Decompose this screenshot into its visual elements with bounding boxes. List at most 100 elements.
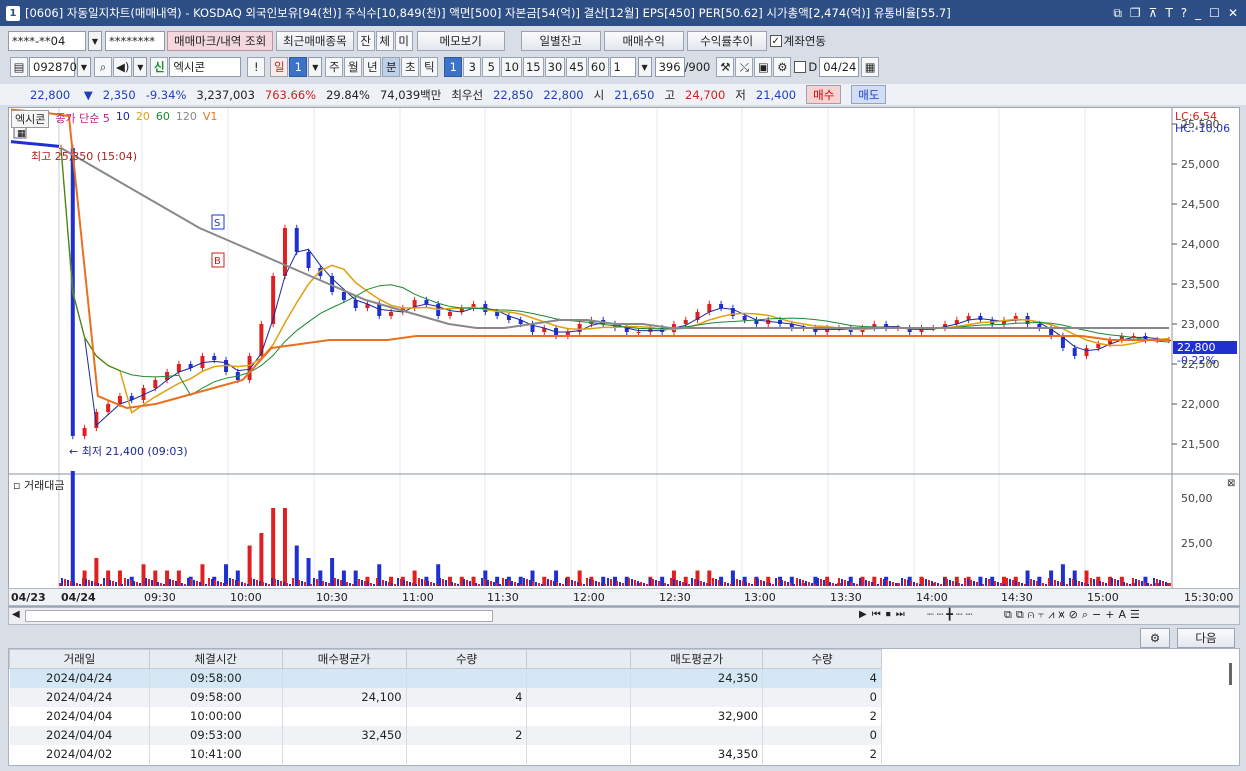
calendar-icon[interactable]: ▦ — [861, 57, 880, 77]
chart-scrollbar[interactable]: ◀ ▶⏮⏹⏭ ┈┈╋┈┈ ⧉⧉⩀⫟⩘⩙⊘⌕−+A☰ — [8, 607, 1240, 625]
grid-scroll-indicator[interactable] — [1229, 663, 1232, 685]
sell-button[interactable]: 매도 — [851, 85, 887, 104]
account-link-checkbox[interactable]: ✓ 계좌연동 — [769, 33, 826, 49]
period-tick-button[interactable]: 틱 — [420, 57, 439, 77]
volume-bar — [224, 564, 229, 586]
d-checkbox[interactable] — [794, 61, 807, 73]
price-chart-svg[interactable]: LC:6,54 HC:-10,06 25,50025,00024,50024,0… — [9, 108, 1239, 588]
period-year-button[interactable]: 년 — [363, 57, 382, 77]
return-trend-button[interactable]: 수익률추이 — [686, 31, 767, 51]
table-row[interactable]: 2024/04/24 09:58:00 24,100 4 0 — [9, 687, 882, 707]
table-row[interactable]: 2024/04/04 09:53:00 32,450 2 0 — [9, 725, 882, 745]
alert-button[interactable]: ! — [247, 57, 266, 77]
code-dropdown-icon[interactable]: ▼ — [77, 57, 91, 77]
maximize-icon[interactable]: ☐ — [1209, 6, 1220, 21]
link-icon[interactable]: ⧉ — [1113, 6, 1122, 21]
day-dropdown-icon[interactable]: ▼ — [308, 57, 323, 77]
period-day-button[interactable]: 일 — [270, 57, 289, 77]
volume-bar-fill — [121, 584, 123, 586]
scroll-thumb[interactable] — [25, 610, 493, 622]
volume-bar-fill — [427, 581, 429, 586]
interval-60[interactable]: 60 — [587, 57, 609, 77]
zoom-slider[interactable]: ┈┈╋┈┈ — [927, 608, 975, 621]
period-minute-button[interactable]: 분 — [382, 57, 401, 77]
interval-dropdown-icon[interactable]: ▼ — [637, 57, 652, 77]
volume-bar-fill — [853, 583, 855, 586]
date-input[interactable]: 04/24 — [819, 57, 860, 77]
volume-bar-fill — [556, 582, 558, 586]
minimize-icon[interactable]: _ — [1195, 6, 1201, 21]
volume-bar-fill — [790, 583, 792, 586]
interval-3[interactable]: 3 — [463, 57, 482, 77]
chart-tools[interactable]: ⧉⧉⩀⫟⩘⩙⊘⌕−+A☰ — [1004, 608, 1144, 622]
pin-icon[interactable]: ⊼ — [1149, 6, 1158, 21]
col-buy-avg[interactable]: 매수평균가 — [281, 649, 407, 669]
stock-code-input[interactable]: 092870 — [29, 57, 77, 77]
help-icon[interactable]: ? — [1181, 6, 1187, 21]
memo-button[interactable]: 메모보기 — [416, 31, 505, 51]
chart-area[interactable]: 엑시콘 종가 단순 5 10 20 60 120 V1 LC:6,54 HC:-… — [8, 107, 1240, 607]
table-row[interactable]: 2024/04/02 10:41:00 34,350 2 — [9, 744, 882, 764]
interval-1[interactable]: 1 — [444, 57, 463, 77]
profit-button[interactable]: 매매수익 — [603, 31, 684, 51]
volume-bar-fill — [262, 582, 264, 586]
interval-10[interactable]: 10 — [501, 57, 522, 77]
volume-bar-fill — [1090, 578, 1092, 586]
grid-settings-icon[interactable]: ⚙ — [1140, 628, 1170, 648]
col-time[interactable]: 체결시간 — [148, 649, 283, 669]
close-icon[interactable]: ✕ — [1228, 6, 1238, 21]
table-cell: 2024/04/02 — [9, 744, 150, 764]
period-second-button[interactable]: 초 — [401, 57, 420, 77]
copy-icon[interactable]: ❐ — [1130, 6, 1141, 21]
col-sell-qty[interactable]: 수량 — [762, 649, 882, 669]
interval-45[interactable]: 45 — [566, 57, 587, 77]
playback-controls[interactable]: ▶⏮⏹⏭ — [859, 609, 910, 620]
table-cell: 10:00:00 — [149, 706, 283, 726]
account-dropdown-icon[interactable]: ▼ — [88, 31, 102, 51]
volume-bar-fill — [91, 581, 93, 586]
interval-value-field[interactable]: 1 — [609, 57, 636, 77]
candle-body — [377, 304, 382, 316]
interval-30[interactable]: 30 — [544, 57, 566, 77]
trendline-icon[interactable]: ⤯ — [735, 57, 754, 77]
table-row[interactable]: 2024/04/04 10:00:00 32,900 2 — [9, 706, 882, 726]
col-buy-qty[interactable]: 수량 — [405, 649, 528, 669]
execution-toggle[interactable]: 체 — [375, 31, 394, 51]
account-input[interactable]: ****-**04 — [8, 31, 86, 51]
volume-bar-fill — [145, 578, 147, 586]
interval-15[interactable]: 15 — [522, 57, 544, 77]
password-input[interactable]: ******** — [105, 31, 165, 51]
price-change: 2,350 — [102, 87, 136, 102]
speaker-dropdown-icon[interactable]: ▼ — [133, 57, 148, 77]
period-week-button[interactable]: 주 — [325, 57, 344, 77]
search-icon[interactable]: ⌕ — [94, 57, 112, 77]
volume-bar-fill — [778, 579, 780, 586]
x-tick-label: 13:30 — [830, 591, 862, 604]
volume-bar-fill — [67, 580, 69, 586]
col-sell-avg[interactable]: 매도평균가 — [630, 649, 764, 669]
volume-bar-fill — [967, 579, 969, 586]
unfilled-toggle[interactable]: 미 — [394, 31, 413, 51]
period-month-button[interactable]: 월 — [344, 57, 363, 77]
recent-trades-button[interactable]: 최근매매종목 — [276, 31, 354, 51]
day-count-field[interactable]: 1 — [289, 57, 308, 77]
bar-count-input[interactable]: 396 — [654, 57, 685, 77]
save-icon[interactable]: ▣ — [754, 57, 773, 77]
table-row[interactable]: 2024/04/24 09:58:00 24,350 4 — [9, 668, 882, 688]
scroll-left-icon[interactable]: ◀ — [12, 609, 20, 620]
interval-5[interactable]: 5 — [482, 57, 501, 77]
trade-mark-button[interactable]: 매매마크/내역 조회 — [167, 31, 274, 51]
stock-code-icon[interactable]: ▤ — [10, 57, 28, 77]
settings-icon[interactable]: ⚙ — [773, 57, 792, 77]
volume-bar-fill — [523, 578, 525, 586]
chart-tool-icon[interactable]: ⚒ — [716, 57, 735, 77]
next-button[interactable]: 다음 — [1177, 628, 1235, 648]
daily-balance-button[interactable]: 일별잔고 — [520, 31, 601, 51]
speaker-icon[interactable]: ◀) — [113, 57, 133, 77]
balance-toggle[interactable]: 잔 — [356, 31, 375, 51]
stock-name-field[interactable]: 엑시콘 — [169, 57, 242, 77]
volume-bar-fill — [919, 584, 921, 586]
col-date[interactable]: 거래일 — [9, 649, 150, 669]
buy-button[interactable]: 매수 — [806, 85, 842, 104]
font-icon[interactable]: T — [1165, 6, 1172, 21]
